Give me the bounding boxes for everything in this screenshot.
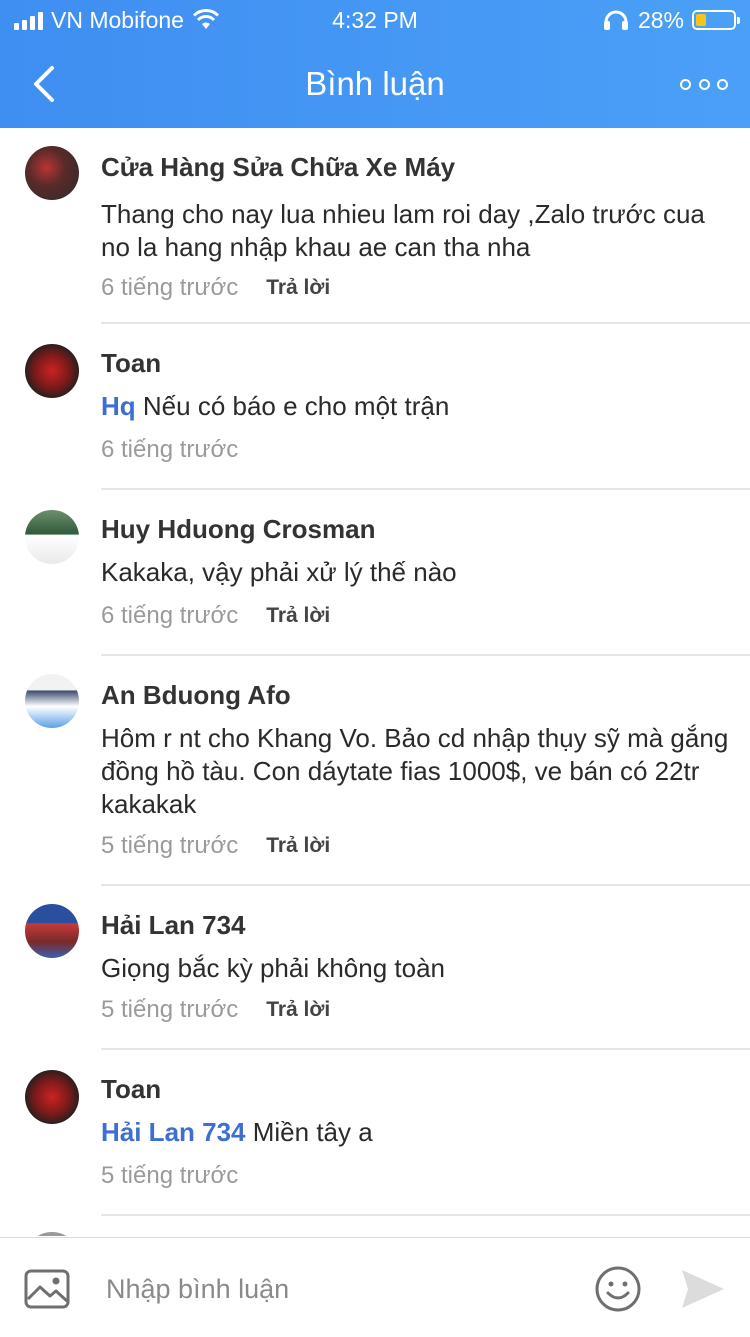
comment-body: Miền tây a <box>245 1117 373 1147</box>
comment-text: Hq Nếu có báo e cho một trận <box>101 390 731 423</box>
avatar[interactable] <box>25 1232 79 1236</box>
comment-time: 6 tiếng trước <box>101 602 239 629</box>
mention-link[interactable]: Hải Lan 734 <box>101 1117 246 1147</box>
comment-item: Hải Lan 734 Giọng bắc kỳ phải không toàn… <box>0 886 750 1050</box>
comment-input[interactable] <box>104 1264 568 1314</box>
status-bar: VN Mobifone 4:32 PM 28% <box>0 0 750 40</box>
comment-body: Nếu có báo e cho một trận <box>135 391 450 421</box>
avatar[interactable] <box>25 510 79 564</box>
send-icon[interactable] <box>680 1268 726 1310</box>
nav-bar: Bình luận <box>0 40 750 128</box>
comment-item: An Bduong Afo Hôm r nt cho Khang Vo. Bảo… <box>0 656 750 886</box>
avatar[interactable] <box>25 1070 79 1124</box>
avatar[interactable] <box>25 904 79 958</box>
header: VN Mobifone 4:32 PM 28% Bình luận <box>0 0 750 128</box>
comment-author[interactable]: An Bduong Afo <box>101 680 291 711</box>
mention-link[interactable]: Hq <box>101 391 136 421</box>
comment-author[interactable]: Toan <box>101 1074 161 1105</box>
page-title: Bình luận <box>305 65 445 102</box>
battery-percent: 28% <box>637 7 684 33</box>
comment-item: Huy Hduong Crosman Kakaka, vậy phải xử l… <box>0 490 750 656</box>
headphones-icon <box>603 10 628 30</box>
comment-author[interactable]: Hải Lan 734 <box>101 910 246 941</box>
avatar[interactable] <box>25 146 79 200</box>
comment-item: Toan Hải Lan 734 Miền tây a 5 tiếng trướ… <box>0 1050 750 1216</box>
reply-button[interactable]: Trả lời <box>266 998 330 1022</box>
comment-text: Hôm r nt cho Khang Vo. Bảo cd nhập thụy … <box>101 723 729 819</box>
comment-time: 5 tiếng trước <box>101 832 239 859</box>
reply-button[interactable]: Trả lời <box>266 276 330 300</box>
comment-time: 6 tiếng trước <box>101 436 239 463</box>
battery-icon <box>692 10 740 30</box>
comment-item: Cửa Hàng Sửa Chữa Xe Máy Thang cho nay l… <box>0 128 750 324</box>
image-icon[interactable] <box>24 1269 70 1309</box>
reply-button[interactable]: Trả lời <box>266 834 330 858</box>
comment-item <box>0 1216 750 1236</box>
smiley-icon[interactable] <box>594 1265 642 1313</box>
comment-author[interactable]: Toan <box>101 348 161 379</box>
avatar[interactable] <box>25 344 79 398</box>
comment-text: Thang cho nay lua nhieu lam roi day ,Zal… <box>101 199 705 262</box>
reply-button[interactable]: Trả lời <box>266 604 330 628</box>
comment-author[interactable]: Huy Hduong Crosman <box>101 514 375 545</box>
more-dots-icon[interactable] <box>680 70 728 98</box>
comment-time: 5 tiếng trước <box>101 996 239 1023</box>
comment-time: 6 tiếng trước <box>101 274 239 301</box>
comment-time: 5 tiếng trước <box>101 1162 239 1189</box>
comment-text: Kakaka, vậy phải xử lý thế nào <box>101 557 457 587</box>
comment-text: Hải Lan 734 Miền tây a <box>101 1116 731 1149</box>
avatar[interactable] <box>25 674 79 728</box>
comment-author[interactable]: Cửa Hàng Sửa Chữa Xe Máy <box>101 152 455 183</box>
comment-text: Giọng bắc kỳ phải không toàn <box>101 953 446 983</box>
comment-item: Toan Hq Nếu có báo e cho một trận 6 tiến… <box>0 324 750 490</box>
comment-list[interactable]: Cửa Hàng Sửa Chữa Xe Máy Thang cho nay l… <box>0 128 750 1236</box>
comment-composer <box>0 1237 750 1337</box>
